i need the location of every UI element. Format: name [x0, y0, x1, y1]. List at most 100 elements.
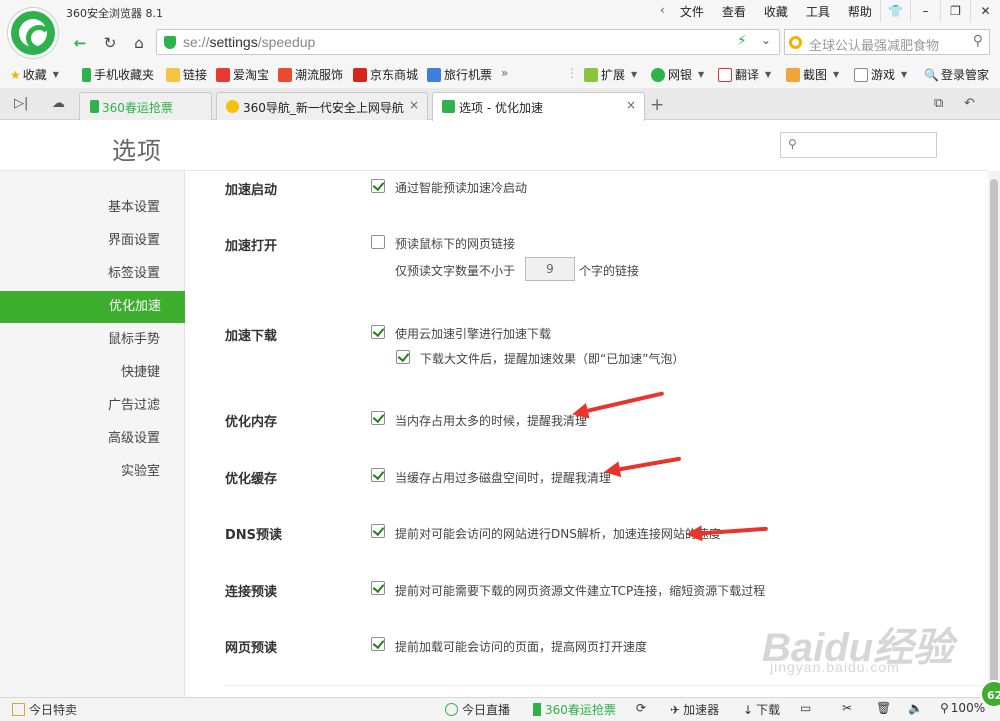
tab-spring-tickets[interactable]: 360春运抢票	[79, 92, 212, 120]
tab-options[interactable]: 选项 - 优化加速 ×	[432, 92, 645, 121]
scissors-icon	[786, 67, 800, 82]
checkbox-cloud-download[interactable]	[371, 325, 385, 339]
tool-label: 游戏	[871, 68, 896, 82]
sidebar-item-basic[interactable]: 基本设置	[108, 193, 160, 223]
back-arrow-icon[interactable]: ←	[68, 32, 92, 54]
restore-icon[interactable]: ❐	[940, 0, 970, 22]
status-accelerator[interactable]: ✈ 加速器	[670, 701, 719, 718]
sidebar-item-speedup[interactable]: 优化加速	[0, 291, 185, 323]
nav-logo-icon	[226, 100, 239, 113]
tab-360-nav[interactable]: 360导航_新一代安全上网导航 ×	[216, 92, 428, 120]
cloud-icon[interactable]: ☁	[52, 96, 65, 111]
tab-label: 选项 - 优化加速	[459, 101, 543, 115]
tool-extensions[interactable]: 扩展 ▼	[584, 66, 637, 83]
checkbox-prefetch-links[interactable]	[371, 235, 385, 249]
option-dns-prefetch: 提前对可能会访问的网站进行DNS解析，加速连接网站的速度	[395, 527, 721, 541]
sidebar-item-interface[interactable]: 界面设置	[108, 226, 160, 256]
bookmark-links[interactable]: 链接	[166, 66, 207, 83]
bookmarks-bar: ★ 收藏 ▼ 手机收藏夹 链接 爱淘宝 潮流服饰 京东商城 旅行机票 » ⋮ 扩展 ▼…	[0, 60, 1000, 88]
sidebar-item-adblock[interactable]: 广告过滤	[108, 391, 160, 421]
baidu-watermark: Baidu经验 jingyan.baidu.com	[762, 615, 953, 675]
more-bookmarks-icon[interactable]: »	[501, 66, 508, 80]
status-daily-deals[interactable]: 今日特卖	[12, 701, 77, 718]
scrollbar[interactable]	[988, 171, 1000, 697]
menu-file[interactable]: 文件	[671, 3, 713, 20]
new-tab-icon[interactable]: +	[650, 95, 664, 115]
bookmark-label: 链接	[183, 68, 208, 82]
bookmark-jd[interactable]: 京东商城	[353, 66, 418, 83]
tool-ebank[interactable]: 网银 ▼	[651, 66, 704, 83]
tab-list-icon[interactable]: ⧉	[934, 96, 943, 111]
minimize-icon[interactable]: –	[910, 0, 940, 22]
tool-label: 网银	[668, 68, 693, 82]
tool-login-manager[interactable]: 🔍 登录管家	[924, 66, 989, 83]
status-label: 加速器	[683, 703, 720, 717]
option-min-chars-prefix: 仅预读文字数量不小于	[395, 264, 516, 278]
sidebar-item-mouse-gestures[interactable]: 鼠标手势	[108, 325, 160, 355]
notification-badge[interactable]: 62	[980, 680, 1000, 708]
trash-icon[interactable]: 🗑	[876, 701, 891, 715]
sidebar-item-tabs[interactable]: 标签设置	[108, 259, 160, 289]
scissors-icon[interactable]: ✂	[842, 701, 852, 715]
browser-logo-icon	[8, 8, 58, 58]
triangle-down-icon: ▼	[833, 70, 840, 79]
lightning-icon[interactable]: ⚡	[737, 33, 747, 49]
sidebar-item-advanced[interactable]: 高级设置	[108, 424, 160, 454]
close-tab-icon[interactable]: ×	[409, 98, 419, 112]
checkbox-cache-reminder[interactable]	[371, 468, 385, 482]
tool-screenshot[interactable]: 截图 ▼	[786, 66, 839, 83]
search-engine-icon[interactable]	[789, 36, 802, 49]
refresh-icon[interactable]: ↻	[98, 32, 122, 54]
bookmark-fashion[interactable]: 潮流服饰	[278, 66, 343, 83]
refresh-circle-icon[interactable]: ⟳	[636, 701, 646, 715]
menu-help[interactable]: 帮助	[839, 3, 881, 20]
url-input[interactable]: se://settings/speedup ⚡ ⌄	[156, 29, 780, 55]
search-input[interactable]: 全球公认最强减肥食物 ⚲	[784, 29, 990, 55]
checkbox-page-prerender[interactable]	[371, 637, 385, 651]
close-icon[interactable]: ✕	[970, 0, 1000, 22]
checkbox-memory-reminder[interactable]	[371, 411, 385, 425]
menu-favorites[interactable]: 收藏	[755, 3, 797, 20]
chevron-down-icon[interactable]: ⌄	[761, 33, 771, 47]
tool-games[interactable]: 游戏 ▼	[854, 66, 907, 83]
zoom-level: 100%	[950, 701, 986, 715]
settings-page: 选项 ⚲ 基本设置 界面设置 标签设置 优化加速 鼠标手势 快捷键 广告过滤 高…	[0, 121, 1000, 697]
search-icon[interactable]: ⚲	[973, 33, 983, 49]
shirt-icon[interactable]: 👕	[880, 0, 910, 22]
window-icon[interactable]: ▭	[800, 701, 811, 715]
menu-view[interactable]: 查看	[713, 3, 755, 20]
bookmark-travel[interactable]: 旅行机票	[427, 66, 492, 83]
checkbox-tcp-preconnect[interactable]	[371, 581, 385, 595]
speaker-icon[interactable]: 🔈	[908, 701, 923, 715]
sidebar-item-label: 优化加速	[108, 299, 161, 314]
bookmark-favorites[interactable]: ★ 收藏 ▼	[10, 66, 59, 83]
status-downloads[interactable]: ↓ 下载	[743, 701, 780, 718]
option-boot-preload: 通过智能预读加速冷启动	[395, 181, 528, 195]
sidebar-item-shortcuts[interactable]: 快捷键	[121, 358, 160, 388]
checkbox-boot-preload[interactable]	[371, 179, 385, 193]
status-zoom[interactable]: ⚲ 100%	[940, 701, 985, 715]
bookmark-mobile[interactable]: 手机收藏夹	[82, 66, 154, 83]
bookmark-aitaobao[interactable]: 爱淘宝	[216, 66, 269, 83]
extensions-icon	[584, 67, 598, 82]
fashion-icon	[278, 67, 292, 82]
min-chars-input[interactable]: 9	[525, 257, 575, 281]
home-icon[interactable]: ⌂	[127, 32, 151, 54]
scrollbar-thumb[interactable]	[990, 179, 998, 694]
page-title: 选项	[112, 137, 162, 165]
status-live[interactable]: 今日直播	[445, 701, 510, 718]
address-bar: ← ↻ ⌂ se://settings/speedup ⚡ ⌄ 全球公认最强减肥…	[0, 24, 1000, 60]
checkbox-download-reminder[interactable]	[396, 350, 410, 364]
tab-label: 360春运抢票	[102, 101, 173, 115]
checkbox-dns-prefetch[interactable]	[371, 524, 385, 538]
close-tab-icon[interactable]: ×	[626, 98, 636, 112]
options-search-input[interactable]: ⚲	[780, 132, 937, 158]
status-spring-tickets[interactable]: 360春运抢票	[533, 701, 616, 718]
tool-translate[interactable]: 翻译 ▼	[718, 66, 771, 83]
menu-tools[interactable]: 工具	[797, 3, 839, 20]
sidebar-toggle-icon[interactable]: ▷|	[14, 96, 28, 111]
watermark-url: jingyan.baidu.com	[770, 659, 900, 675]
chevron-left-icon[interactable]: ‹	[660, 3, 671, 20]
sidebar-item-lab[interactable]: 实验室	[121, 457, 160, 487]
undo-close-icon[interactable]: ↶	[964, 96, 975, 111]
